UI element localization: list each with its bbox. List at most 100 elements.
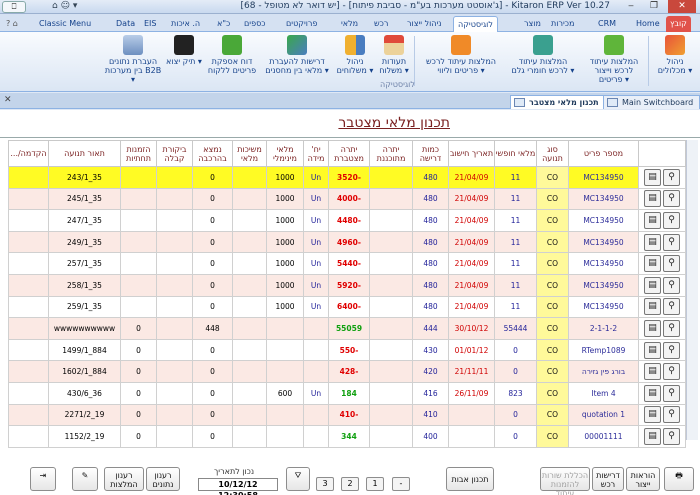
cell-description[interactable]: 19_1152/2 <box>48 425 121 448</box>
row-actions[interactable]: ⚲▤ <box>638 403 686 427</box>
cell-inspection[interactable] <box>156 403 193 427</box>
cell-sub-orders[interactable] <box>120 166 157 189</box>
cell-planned-balance[interactable] <box>369 425 413 448</box>
cell-sub-orders[interactable]: 0 <box>120 360 157 383</box>
cell-type[interactable]: CO <box>536 273 569 297</box>
row-actions[interactable]: ⚲▤ <box>638 166 686 189</box>
details-icon[interactable]: ▤ <box>644 341 661 359</box>
cell-demand-qty[interactable]: 400 <box>412 425 449 448</box>
cell-min-stock[interactable] <box>266 403 304 427</box>
tab-inventory[interactable]: מלאי <box>337 16 362 32</box>
cell-in-assembly[interactable]: 0 <box>192 252 233 275</box>
search-icon[interactable]: ⚲ <box>663 298 680 316</box>
cell-type[interactable]: CO <box>536 360 569 383</box>
cell-calc-date[interactable]: 30/10/12 <box>448 317 495 340</box>
cell-withdrawals[interactable] <box>232 166 267 189</box>
search-icon[interactable]: ⚲ <box>663 341 680 359</box>
details-icon[interactable]: ▤ <box>644 211 661 229</box>
cell-in-assembly[interactable]: 0 <box>192 295 233 319</box>
table-row[interactable]: ⚲▤ 00001111 CO 0 400 344 0 0 19_1152/2 <box>8 425 686 448</box>
cell-sub-orders[interactable]: 0 <box>120 338 157 362</box>
cell-advance[interactable] <box>8 317 49 340</box>
cell-inspection[interactable] <box>156 166 193 189</box>
cell-min-stock[interactable] <box>266 338 304 362</box>
cell-sub-orders[interactable] <box>120 209 157 232</box>
col-header-inspection[interactable]: ביקורת קבלה <box>156 140 193 167</box>
cell-withdrawals[interactable] <box>232 360 267 383</box>
page-2-button[interactable]: 2 <box>341 477 359 491</box>
tab-hr[interactable]: כ"א <box>213 16 234 32</box>
col-header-description[interactable]: תאור תנועה <box>48 140 121 167</box>
cell-demand-qty[interactable]: 480 <box>412 230 449 254</box>
cell-cumulative-balance[interactable]: -4000 <box>328 187 370 211</box>
cell-description[interactable]: wwwwwwwwww <box>48 317 121 340</box>
cell-in-assembly[interactable]: 0 <box>192 425 233 448</box>
tab-eis[interactable]: EIS <box>140 16 161 32</box>
tab-sales[interactable]: מכירות <box>547 16 578 32</box>
cell-advance[interactable] <box>8 338 49 362</box>
cell-inspection[interactable] <box>156 187 193 211</box>
details-icon[interactable]: ▤ <box>644 168 661 186</box>
cell-advance[interactable] <box>8 252 49 275</box>
cell-calc-date[interactable]: 21/04/09 <box>448 230 495 254</box>
tab-production[interactable]: ניהול ייצור <box>403 16 446 32</box>
app-menu-button[interactable]: ⎕ <box>2 1 26 13</box>
cell-cumulative-balance[interactable]: 344 <box>328 425 370 448</box>
cell-in-assembly[interactable]: 0 <box>192 166 233 189</box>
row-actions[interactable]: ⚲▤ <box>638 273 686 297</box>
cell-advance[interactable] <box>8 273 49 297</box>
cell-cumulative-balance[interactable]: -4960 <box>328 230 370 254</box>
close-window-button[interactable]: ✕ <box>668 0 696 13</box>
cell-cumulative-balance[interactable]: -428 <box>328 360 370 383</box>
search-icon[interactable]: ⚲ <box>663 168 680 186</box>
scheduling-lines-button[interactable]: הכללת שורות להזמנות עיתוד <box>540 467 590 495</box>
cell-free-stock[interactable]: 823 <box>494 381 537 405</box>
cell-advance[interactable] <box>8 187 49 211</box>
col-header-part[interactable]: מספר פריט <box>568 140 639 167</box>
cell-uom[interactable]: Un <box>303 187 329 211</box>
col-header-min-stock[interactable]: מלאי מינימלי <box>266 140 304 167</box>
delivery-notes-button[interactable]: תעודות משלוח ▾ <box>376 35 412 75</box>
cell-in-assembly[interactable]: 0 <box>192 403 233 427</box>
cell-planned-balance[interactable] <box>369 381 413 405</box>
cell-cumulative-balance[interactable]: -6400 <box>328 295 370 319</box>
cell-description[interactable]: 35_249/1 <box>48 230 121 254</box>
cell-inspection[interactable] <box>156 295 193 319</box>
cell-sub-orders[interactable]: 0 <box>120 317 157 340</box>
cell-part[interactable]: MC134950 <box>568 273 639 297</box>
cell-min-stock[interactable]: 600 <box>266 381 304 405</box>
edit-button[interactable]: ✎ <box>72 467 98 491</box>
cell-type[interactable]: CO <box>536 317 569 340</box>
row-actions[interactable]: ⚲▤ <box>638 252 686 275</box>
details-icon[interactable]: ▤ <box>644 255 661 273</box>
doc-tab-main-switchboard[interactable]: Main Switchboard <box>603 95 700 109</box>
search-icon[interactable]: ⚲ <box>663 190 680 208</box>
scheduling-purchase-production-button[interactable]: המלצות עיתוד לרכש וייצור פריטים ▾ <box>582 35 646 84</box>
cell-uom[interactable]: Un <box>303 252 329 275</box>
cell-in-assembly[interactable]: 0 <box>192 360 233 383</box>
table-row[interactable]: ⚲▤ בורג פין גזירה CO 0 21/11/11 420 -428 0 0 884_… <box>8 360 686 383</box>
cell-part[interactable]: 00001111 <box>568 425 639 448</box>
cell-free-stock[interactable]: 55444 <box>494 317 537 340</box>
cell-cumulative-balance[interactable]: -5920 <box>328 273 370 297</box>
tab-classic-menu[interactable]: Classic Menu <box>35 16 95 32</box>
cell-free-stock[interactable]: 11 <box>494 166 537 189</box>
close-document-icon[interactable]: ✕ <box>4 95 12 105</box>
refresh-data-button[interactable]: רענון נתונים <box>146 467 180 491</box>
cell-advance[interactable] <box>8 403 49 427</box>
table-row[interactable]: ⚲▤ 2-1-1-2 CO 55444 30/10/12 444 55059 448 0 wwww… <box>8 317 686 340</box>
cell-description[interactable]: 884_1499/1 <box>48 338 121 362</box>
page-3-button[interactable]: 3 <box>316 477 334 491</box>
exit-button[interactable]: ⇥ <box>30 467 56 491</box>
col-header-type[interactable]: סוג תנועה <box>536 140 569 167</box>
table-row[interactable]: ⚲▤ MC134950 CO 11 21/04/09 480 -4960 Un 1000 0 35_… <box>8 230 686 254</box>
cell-demand-qty[interactable]: 480 <box>412 273 449 297</box>
cell-cumulative-balance[interactable]: -4480 <box>328 209 370 232</box>
cell-sub-orders[interactable]: 0 <box>120 425 157 448</box>
cell-calc-date[interactable]: 26/11/09 <box>448 381 495 405</box>
cell-uom[interactable]: Un <box>303 381 329 405</box>
cell-advance[interactable] <box>8 381 49 405</box>
cell-type[interactable]: CO <box>536 425 569 448</box>
row-actions[interactable]: ⚲▤ <box>638 338 686 362</box>
col-header-sub-orders[interactable]: הזמנות תחתיות <box>120 140 157 167</box>
